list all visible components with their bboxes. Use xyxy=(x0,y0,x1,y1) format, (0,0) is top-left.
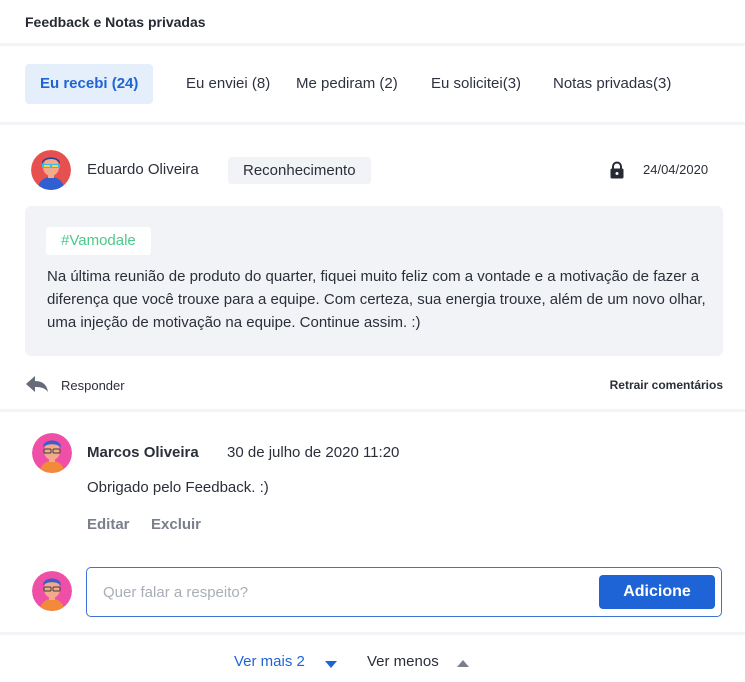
comment-compose: Adicione xyxy=(86,567,722,617)
page-title: Feedback e Notas privadas xyxy=(25,14,206,30)
feedback-header: Eduardo Oliveira Reconhecimento 24/04/20… xyxy=(0,150,745,190)
comment-text: Obrigado pelo Feedback. :) xyxy=(87,479,269,496)
show-less-button[interactable]: Ver menos xyxy=(367,653,439,670)
tab-sent[interactable]: Eu enviei (8) xyxy=(186,64,270,104)
chevron-up-icon[interactable] xyxy=(457,660,469,667)
avatar xyxy=(32,433,72,473)
show-more-button[interactable]: Ver mais 2 xyxy=(234,653,305,670)
edit-comment-button[interactable]: Editar xyxy=(87,516,130,533)
comment-timestamp: 30 de julho de 2020 11:20 xyxy=(227,444,400,461)
tab-i-requested[interactable]: Eu solicitei(3) xyxy=(431,64,521,104)
avatar xyxy=(32,571,72,611)
feedback-message: Na última reunião de produto do quarter,… xyxy=(47,268,706,331)
tab-bar: Eu recebi (24) Eu enviei (8) Me pediram … xyxy=(0,49,745,125)
tab-private-notes[interactable]: Notas privadas(3) xyxy=(553,64,671,104)
tab-requested-of-me[interactable]: Me pediram (2) xyxy=(296,64,398,104)
pagination-footer: Ver mais 2 Ver menos xyxy=(0,632,745,682)
delete-comment-button[interactable]: Excluir xyxy=(151,516,201,533)
feedback-actions: Responder Retrair comentários xyxy=(0,370,745,412)
add-comment-button[interactable]: Adicione xyxy=(599,575,715,609)
feedback-message-panel: #Vamodale Na última reunião de produto d… xyxy=(25,206,723,356)
feedback-author[interactable]: Eduardo Oliveira xyxy=(87,161,199,178)
page-header: Feedback e Notas privadas xyxy=(0,0,745,46)
avatar xyxy=(31,150,71,190)
comment-author[interactable]: Marcos Oliveira xyxy=(87,444,199,461)
hashtag-badge[interactable]: #Vamodale xyxy=(46,227,151,255)
feedback-date: 24/04/2020 xyxy=(643,162,709,177)
comment-input[interactable] xyxy=(103,581,583,603)
feedback-type-badge: Reconhecimento xyxy=(228,157,371,184)
chevron-down-icon[interactable] xyxy=(325,661,337,668)
tab-received[interactable]: Eu recebi (24) xyxy=(25,64,154,104)
lock-icon xyxy=(610,161,624,179)
collapse-comments-button[interactable]: Retrair comentários xyxy=(610,378,723,392)
reply-icon[interactable] xyxy=(25,375,49,393)
reply-button[interactable]: Responder xyxy=(61,378,125,393)
